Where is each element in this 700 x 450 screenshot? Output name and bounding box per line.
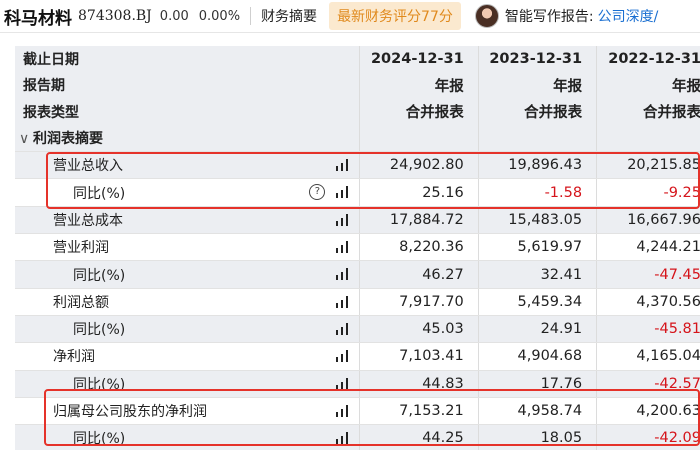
value-cell: 5,459.34	[477, 288, 597, 316]
table-row: 同比(%) 45.03 24.91 -45.81	[15, 315, 700, 344]
row-label-cell: 净利润	[15, 342, 360, 371]
value-cell: 24.91	[477, 315, 597, 344]
value-cell: 15,483.05	[477, 206, 597, 235]
header-cell: 合并报表	[477, 98, 597, 125]
value-cell: 4,370.56	[596, 288, 700, 316]
bar-chart-icon[interactable]	[335, 295, 349, 308]
value-cell: 7,917.70	[359, 288, 479, 316]
value-cell: -45.81	[596, 315, 700, 344]
value-cell: -47.45	[596, 260, 700, 289]
bar-chart-icon[interactable]	[335, 268, 349, 281]
value-cell: 45.03	[359, 315, 479, 344]
header-cell: 2023-12-31	[477, 46, 597, 73]
row-label: 利润总额	[53, 294, 109, 311]
empty-cell	[359, 124, 479, 153]
header-cell: 年报	[596, 72, 700, 99]
ai-report-label: 智能写作报告:	[504, 9, 594, 25]
value-cell: 4,165.04	[596, 342, 700, 371]
stock-name: 科马材料	[4, 8, 72, 29]
divider	[250, 7, 252, 25]
value-cell: 8,220.36	[359, 233, 479, 262]
stock-price: 0.00	[159, 8, 189, 24]
header-row-type: 报表类型 合并报表 合并报表 合并报表	[15, 98, 700, 125]
row-label: 营业利润	[53, 240, 109, 257]
bar-chart-icon[interactable]	[335, 241, 349, 254]
stock-change-pct: 0.00%	[198, 8, 241, 24]
section-title: 利润表摘要	[33, 131, 103, 148]
value-cell: 32.41	[477, 260, 597, 289]
table-row: 利润总额 7,917.70 5,459.34 4,370.56	[15, 288, 700, 316]
value-cell: 4,904.68	[477, 342, 597, 371]
row-label-cell: 同比(%)	[15, 315, 360, 344]
top-bar: 科马材料 874308.BJ 0.00 0.00% 财务摘要 最新财务评分77分…	[0, 0, 700, 33]
value-cell: 4,244.21	[596, 233, 700, 262]
finance-summary-tab[interactable]: 财务摘要	[261, 6, 317, 26]
value-cell: 7,103.41	[359, 342, 479, 371]
section-row[interactable]: ∨ 利润表摘要	[15, 124, 700, 153]
highlight-box-net-profit	[44, 389, 700, 446]
bar-chart-icon[interactable]	[335, 322, 349, 335]
value-cell: 5,619.97	[477, 233, 597, 262]
header-row-date: 截止日期 2024-12-31 2023-12-31 2022-12-31	[15, 46, 700, 73]
row-label-cell: 营业利润	[15, 233, 360, 262]
section-title-cell[interactable]: ∨ 利润表摘要	[15, 124, 360, 153]
row-label-cell: 利润总额	[15, 288, 360, 316]
header-cell: 合并报表	[596, 98, 700, 125]
table-row: 营业总成本 17,884.72 15,483.05 16,667.96	[15, 206, 700, 235]
company-depth-link[interactable]: 公司深度/	[598, 6, 659, 26]
chevron-down-icon[interactable]: ∨	[19, 131, 33, 147]
bar-chart-icon[interactable]	[335, 350, 349, 363]
header-cell: 年报	[477, 72, 597, 99]
header-label: 报告期	[15, 72, 360, 99]
row-label: 营业总成本	[53, 212, 123, 229]
bar-chart-icon[interactable]	[335, 213, 349, 226]
header-label: 截止日期	[15, 46, 360, 73]
header-cell: 2024-12-31	[359, 46, 479, 73]
value-cell: 46.27	[359, 260, 479, 289]
bar-chart-icon[interactable]	[335, 377, 349, 390]
finance-score-badge[interactable]: 最新财务评分77分	[329, 2, 461, 30]
row-label: 同比(%)	[73, 267, 126, 284]
empty-cell	[596, 124, 700, 153]
table-row: 净利润 7,103.41 4,904.68 4,165.04	[15, 342, 700, 371]
header-label: 报表类型	[15, 98, 360, 125]
row-label: 净利润	[53, 349, 95, 366]
avatar	[474, 4, 499, 28]
highlight-box-revenue	[46, 152, 700, 209]
header-cell: 2022-12-31	[596, 46, 700, 73]
empty-cell	[477, 124, 597, 153]
value-cell: 16,667.96	[596, 206, 700, 235]
row-label: 同比(%)	[73, 322, 126, 339]
header-cell: 合并报表	[359, 98, 479, 125]
header-row-period: 报告期 年报 年报 年报	[15, 72, 700, 99]
stock-code: 874308.BJ	[78, 8, 152, 24]
row-label-cell: 营业总成本	[15, 206, 360, 235]
row-label-cell: 同比(%)	[15, 260, 360, 289]
table-row: 营业利润 8,220.36 5,619.97 4,244.21	[15, 233, 700, 262]
header-cell: 年报	[359, 72, 479, 99]
value-cell: 17,884.72	[359, 206, 479, 235]
table-row: 同比(%) 46.27 32.41 -47.45	[15, 260, 700, 289]
